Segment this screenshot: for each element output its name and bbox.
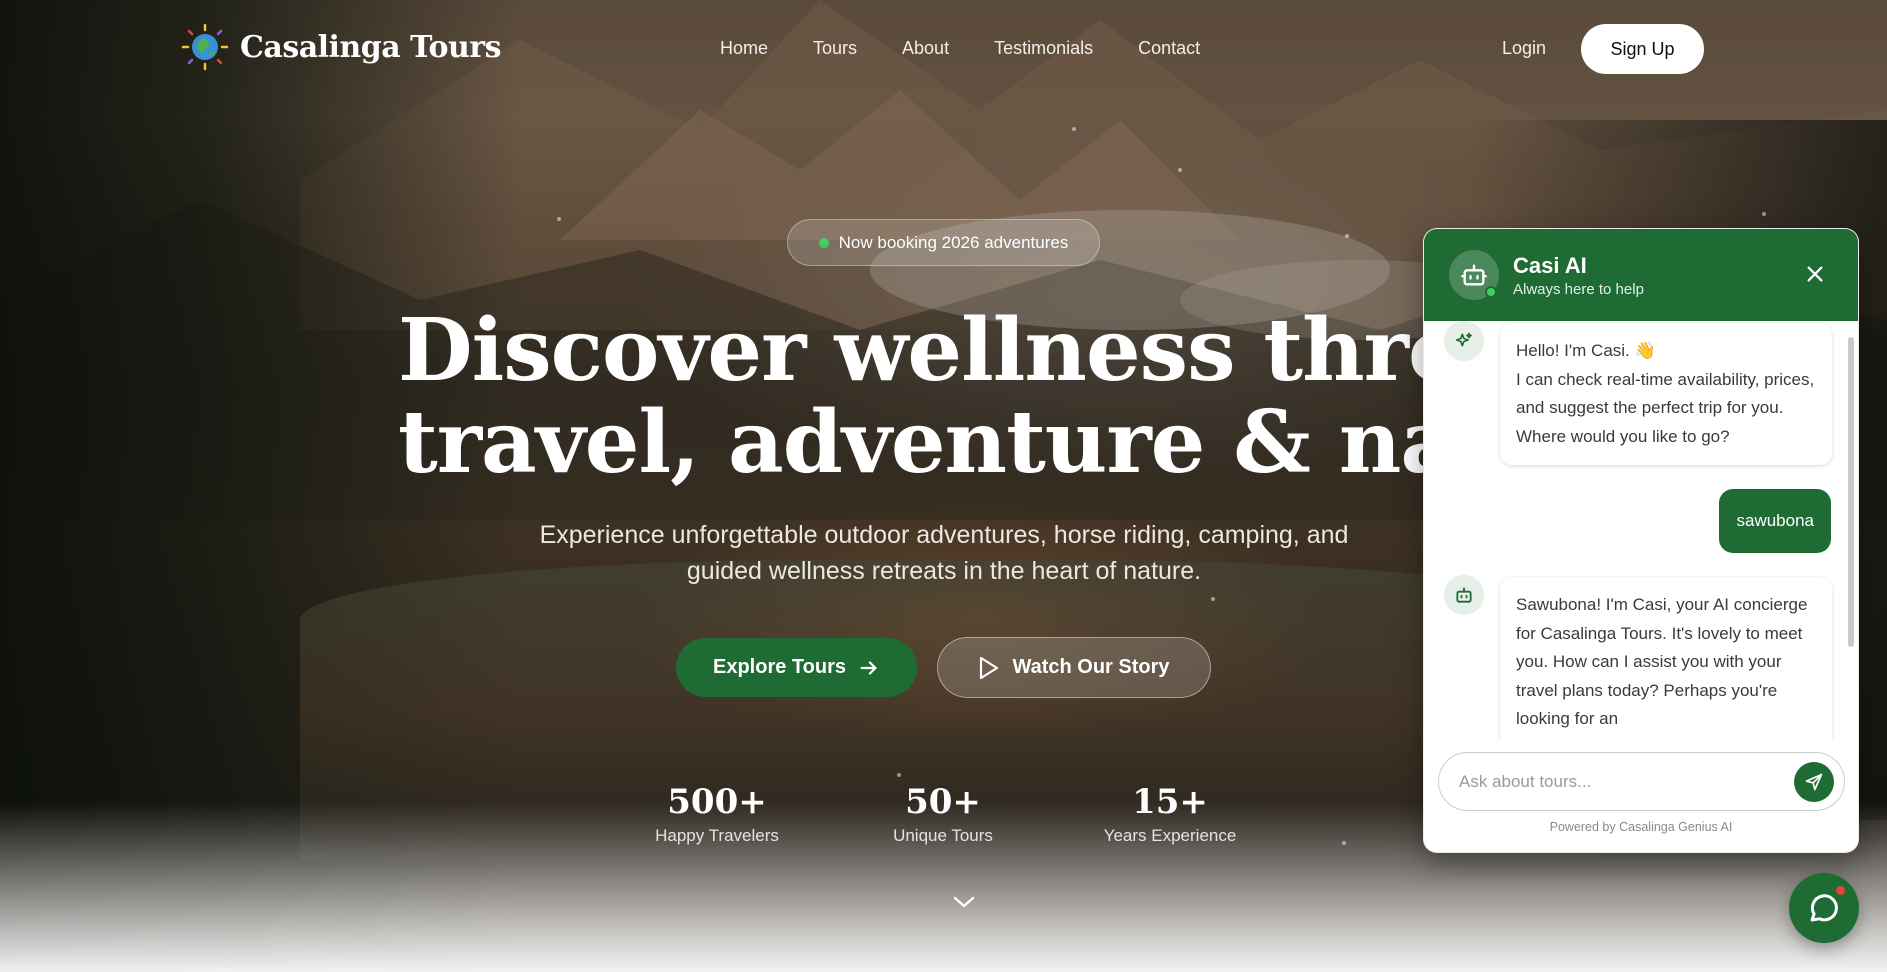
user-message: sawubona xyxy=(1719,489,1831,553)
nav-home[interactable]: Home xyxy=(720,38,768,59)
stat-years: 15+ Years Experience xyxy=(1070,782,1270,846)
chat-messages[interactable]: Hello! I'm Casi. 👋 I can check real-time… xyxy=(1424,321,1858,741)
brand-logo[interactable]: Casalinga Tours xyxy=(180,22,502,72)
chat-launcher-button[interactable] xyxy=(1789,873,1859,943)
login-link[interactable]: Login xyxy=(1502,38,1546,59)
chat-header: Casi AI Always here to help xyxy=(1424,229,1858,321)
stat-label: Years Experience xyxy=(1103,826,1237,845)
stat-value: 500+ xyxy=(667,782,767,822)
chat-panel: Casi AI Always here to help Hello! I'm C… xyxy=(1423,228,1859,853)
chat-subtitle: Always here to help xyxy=(1513,280,1644,298)
message-avatar xyxy=(1444,321,1484,361)
send-button[interactable] xyxy=(1794,762,1834,802)
notification-dot-icon xyxy=(1834,884,1847,897)
play-icon xyxy=(980,656,999,679)
bot-message: Sawubona! I'm Casi, your AI concierge fo… xyxy=(1500,577,1832,741)
hero-title-line-1: Discover wellness through xyxy=(398,300,1648,401)
main-nav: Home Tours About Testimonials Contact xyxy=(720,38,1200,59)
status-dot-icon xyxy=(818,237,829,248)
stat-label: Happy Travelers xyxy=(655,826,779,845)
chat-scrollbar[interactable] xyxy=(1848,337,1854,647)
explore-tours-label: Explore Tours xyxy=(713,656,846,678)
stat-tours: 50+ Unique Tours xyxy=(843,782,1043,846)
chat-avatar xyxy=(1449,250,1499,300)
watch-story-button[interactable]: Watch Our Story xyxy=(937,637,1211,698)
hero-subtitle: Experience unforgettable outdoor adventu… xyxy=(539,521,1349,585)
stat-travelers: 500+ Happy Travelers xyxy=(617,782,817,846)
close-icon[interactable] xyxy=(1804,263,1826,285)
chat-title: Casi AI xyxy=(1513,252,1587,278)
explore-tours-button[interactable]: Explore Tours xyxy=(676,638,917,697)
message-avatar xyxy=(1444,575,1484,615)
stat-label: Unique Tours xyxy=(893,826,993,845)
globe-logo-icon xyxy=(180,22,230,72)
signup-button[interactable]: Sign Up xyxy=(1581,24,1704,74)
brand-name: Casalinga Tours xyxy=(240,29,502,65)
hero-title-line-2: travel, adventure & nature xyxy=(398,392,1654,493)
arrow-right-icon xyxy=(860,660,877,675)
sparkles-icon xyxy=(1455,332,1472,347)
stat-value: 15+ xyxy=(1132,782,1208,822)
nav-contact[interactable]: Contact xyxy=(1138,38,1200,59)
bot-icon xyxy=(1456,587,1472,603)
powered-by: Powered by Casalinga Genius AI xyxy=(1549,820,1733,834)
nav-about[interactable]: About xyxy=(902,38,949,59)
chevron-down-icon[interactable] xyxy=(952,890,976,914)
hero-title: Discover wellness through travel, advent… xyxy=(398,300,1654,493)
nav-tours[interactable]: Tours xyxy=(813,38,857,59)
bot-icon xyxy=(1461,264,1487,286)
online-status-icon xyxy=(1485,286,1497,298)
bot-message: Hello! I'm Casi. 👋 I can check real-time… xyxy=(1500,323,1832,465)
stat-value: 50+ xyxy=(905,782,981,822)
chat-input-container xyxy=(1438,752,1845,811)
nav-testimonials[interactable]: Testimonials xyxy=(994,38,1093,59)
badge-text: Now booking 2026 adventures xyxy=(838,232,1069,252)
watch-story-label: Watch Our Story xyxy=(1012,656,1170,678)
chat-input[interactable] xyxy=(1459,771,1779,792)
send-icon xyxy=(1805,773,1823,791)
booking-badge: Now booking 2026 adventures xyxy=(787,219,1100,266)
site-header: Casalinga Tours Home Tours About Testimo… xyxy=(0,0,1887,100)
